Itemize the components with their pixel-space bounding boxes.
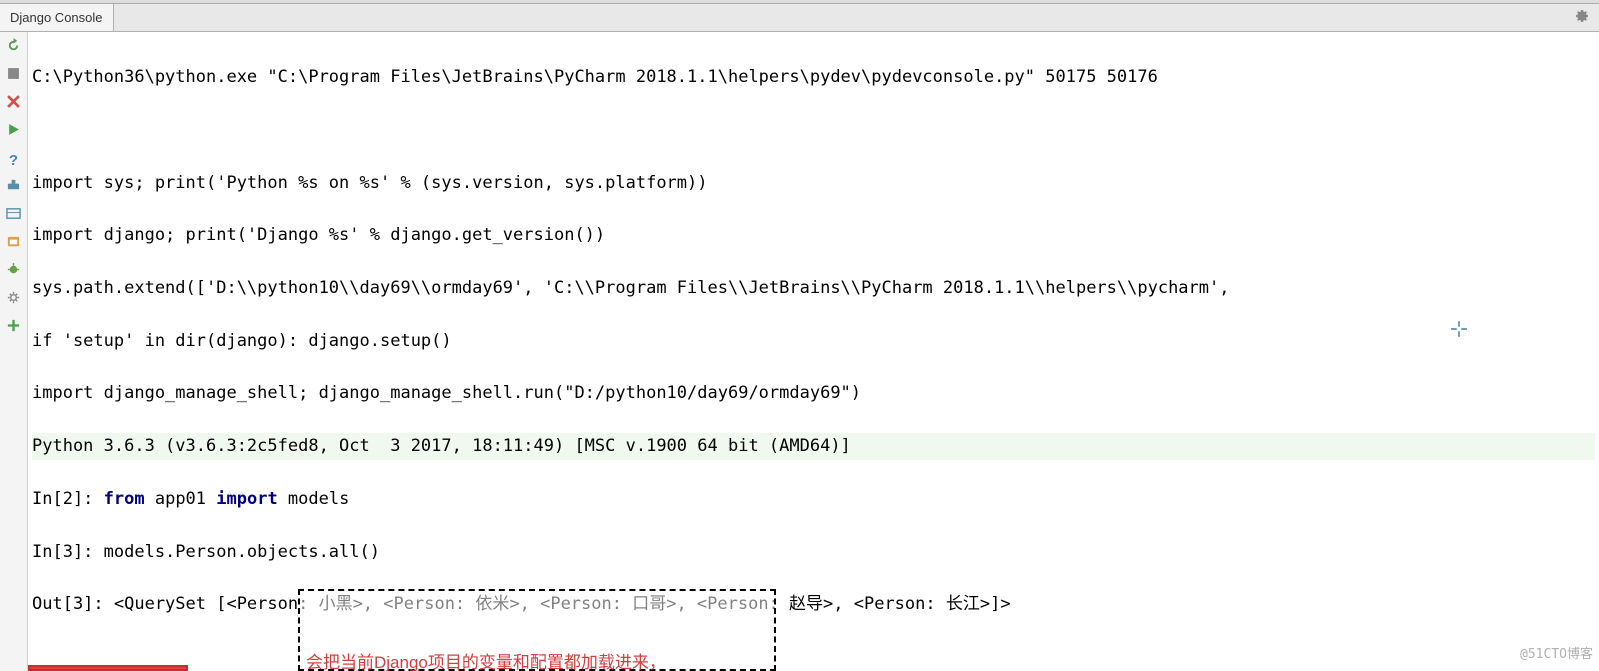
console-line-5: import django_manage_shell; django_manag… (32, 380, 1595, 406)
plus-icon (6, 318, 21, 338)
console-in3: In[3]: models.Person.objects.all() (32, 539, 1595, 565)
annotation-overlay: 会把当前Django项目的变量和配置都加载进来， 我们可以直接使用项目的各种模块… (298, 589, 776, 671)
help-icon: ? (9, 152, 18, 169)
console-line-2: import django; print('Django %s' % djang… (32, 222, 1595, 248)
red-bar-decoration (28, 665, 188, 671)
in2-kw1: from (104, 489, 145, 509)
django-console-tab[interactable]: Django Console (0, 4, 114, 31)
annotation-line1: 会把当前Django项目的变量和配置都加载进来， (306, 650, 768, 671)
cursor-marker-icon (1378, 285, 1468, 378)
close-icon (7, 95, 20, 113)
watermark-text: @51CTO博客 (1520, 645, 1593, 665)
tab-title: Django Console (10, 10, 103, 25)
console-line-1: import sys; print('Python %s on %s' % (s… (32, 170, 1595, 196)
main-area: ? C:\Python36\python.exe "C:\Program Fil… (0, 32, 1599, 671)
help-button[interactable]: ? (4, 150, 24, 170)
in2-mid: app01 (145, 489, 217, 509)
run-button[interactable] (4, 122, 24, 142)
in2-end: models (278, 489, 350, 509)
in2-prompt: In[2]: (32, 489, 104, 509)
console-out3: Out[3]: <QuerySet [<Person: 小黑>, <Person… (32, 591, 1595, 617)
console-cmd-line: C:\Python36\python.exe "C:\Program Files… (32, 64, 1595, 90)
console-blank (32, 117, 1595, 143)
console-tab-bar: Django Console (0, 4, 1599, 32)
browse-history-button[interactable] (4, 234, 24, 254)
show-variables-button[interactable] (4, 206, 24, 226)
close-button[interactable] (4, 94, 24, 114)
in2-kw2: import (216, 489, 277, 509)
console-version-line: Python 3.6.3 (v3.6.3:2c5fed8, Oct 3 2017… (32, 433, 1595, 459)
rerun-button[interactable] (4, 38, 24, 58)
console-blank2 (32, 644, 1595, 670)
settings-button[interactable] (4, 290, 24, 310)
rerun-icon (6, 38, 21, 58)
console-in2: In[2]: from app01 import models (32, 486, 1595, 512)
debug-button[interactable] (4, 262, 24, 282)
gear-icon (1573, 10, 1589, 27)
console-toolbar: ? (0, 32, 28, 671)
new-console-button[interactable] (4, 318, 24, 338)
variables-icon (6, 206, 21, 226)
attach-debugger-button[interactable] (4, 178, 24, 198)
bug-icon (6, 262, 21, 282)
console-line-3: sys.path.extend(['D:\\python10\\day69\\o… (32, 275, 1595, 301)
history-icon (6, 234, 21, 254)
settings-icon (6, 290, 21, 310)
stop-icon (7, 67, 20, 85)
attach-icon (6, 178, 21, 198)
settings-gear-button[interactable] (1563, 3, 1599, 32)
stop-button[interactable] (4, 66, 24, 86)
console-output[interactable]: C:\Python36\python.exe "C:\Program Files… (28, 32, 1599, 671)
play-icon (7, 123, 20, 141)
console-line-4: if 'setup' in dir(django): django.setup(… (32, 328, 1595, 354)
